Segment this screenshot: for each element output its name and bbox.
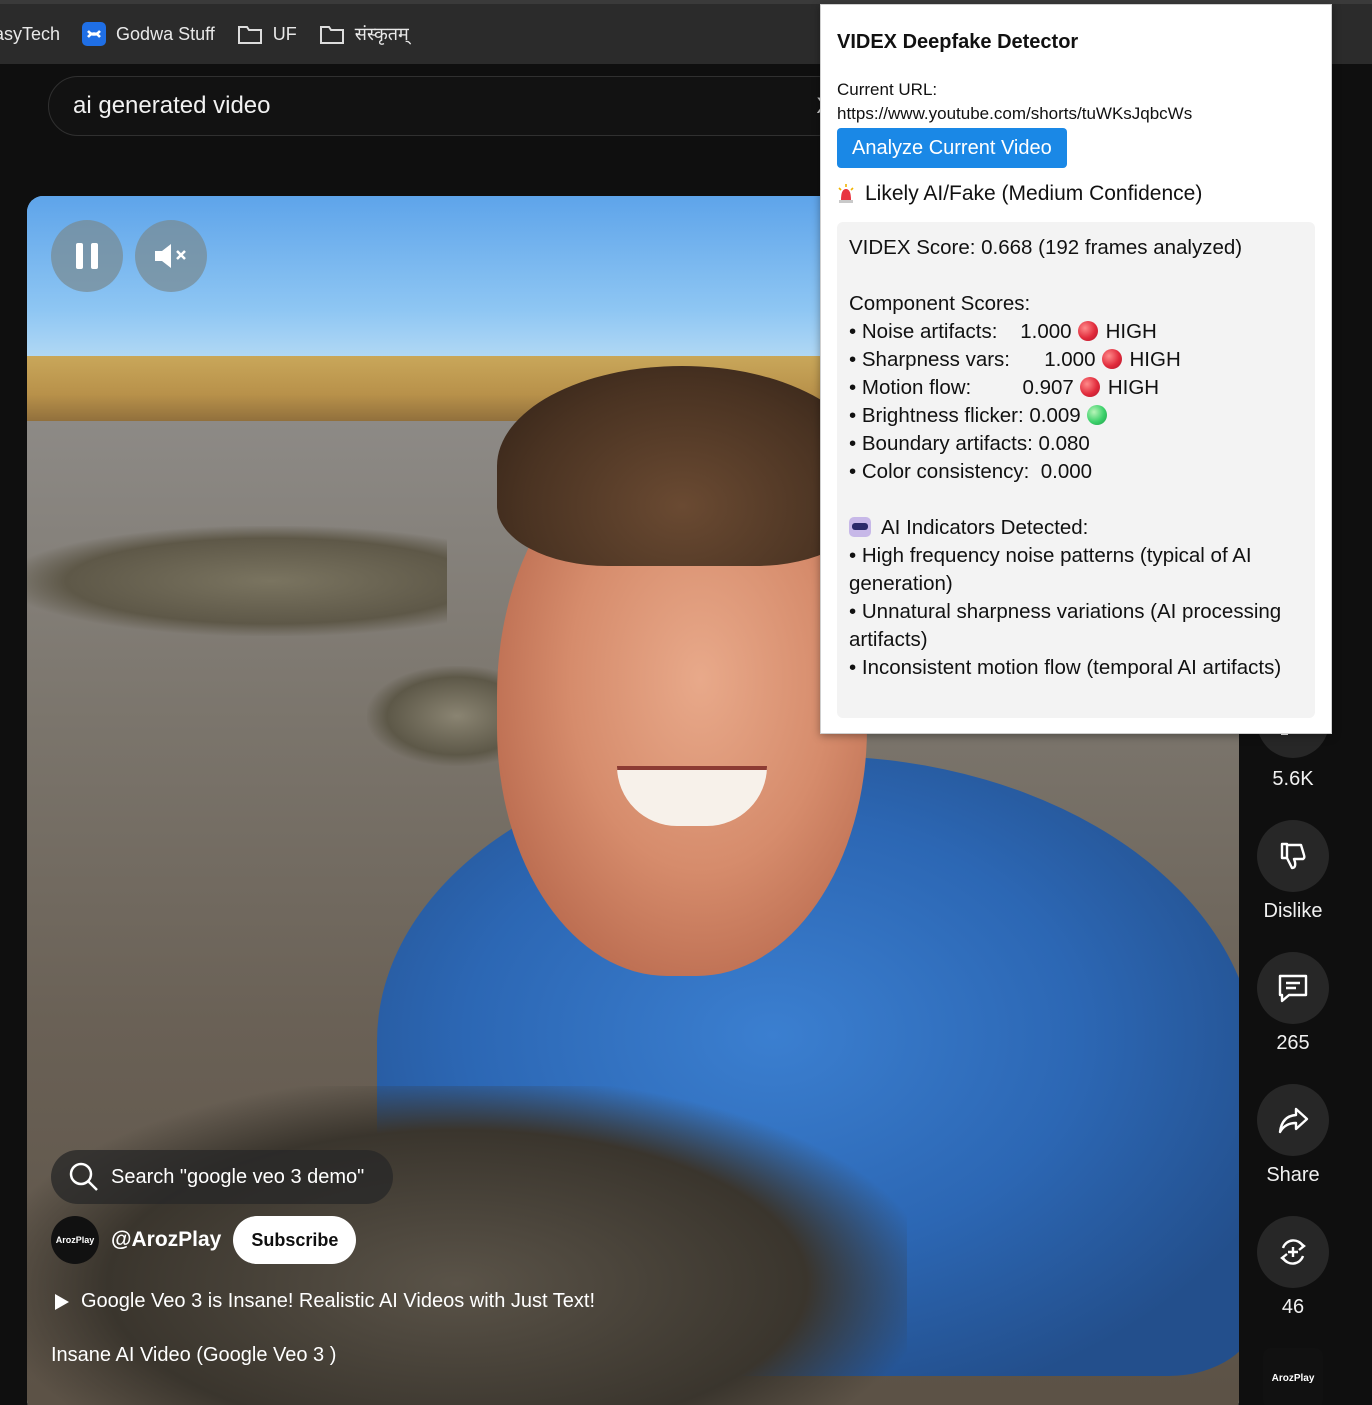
bookmark-godwa-stuff[interactable]: Godwa Stuff	[82, 22, 215, 46]
linked-video[interactable]: Google Veo 3 is Insane! Realistic AI Vid…	[53, 1290, 595, 1313]
comments-count: 265	[1276, 1032, 1310, 1054]
youtube-search-bar[interactable]: ai generated video X	[48, 76, 848, 136]
component-value: 0.000	[1040, 460, 1093, 483]
remix-count: 46	[1281, 1296, 1305, 1318]
verdict-text: Likely AI/Fake (Medium Confidence)	[865, 182, 1203, 205]
shorts-search-suggestion[interactable]: Search "google veo 3 demo"	[51, 1150, 393, 1204]
bookmark-folder-sanskrit[interactable]: संस्कृतम्	[319, 22, 409, 46]
muted-speaker-icon	[155, 244, 186, 268]
channel-name[interactable]: @ArozPlay	[111, 1228, 221, 1252]
component-value: 1.000	[1020, 320, 1072, 343]
component-value: 0.907	[1022, 376, 1074, 399]
videx-extension-popup: VIDEX Deepfake Detector Current URL: htt…	[820, 4, 1332, 734]
component-scores-header: Component Scores:	[849, 292, 1031, 315]
dislike-label: Dislike	[1263, 900, 1323, 922]
component-name: • Noise artifacts:	[849, 320, 998, 343]
green-circle-icon	[1086, 405, 1107, 425]
component-level: HIGH	[1105, 320, 1157, 343]
component-name: • Color consistency:	[849, 460, 1030, 483]
subscribe-button[interactable]: Subscribe	[233, 1216, 357, 1264]
bookmark-label: संस्कृतम्	[354, 24, 409, 44]
dislike-button[interactable]	[1257, 820, 1329, 892]
red-circle-icon	[1079, 377, 1100, 397]
like-count: 5.6K	[1272, 768, 1314, 790]
bookmark-folder-uf[interactable]: UF	[237, 23, 297, 45]
component-level: HIGH	[1129, 348, 1181, 371]
indicator-item: • Inconsistent motion flow (temporal AI …	[849, 656, 1282, 679]
component-name: • Brightness flicker:	[849, 404, 1024, 427]
component-value: 1.000	[1044, 348, 1096, 371]
bookmark-label: Godwa Stuff	[116, 23, 215, 44]
siren-icon	[838, 184, 854, 203]
linked-video-title: Google Veo 3 is Insane! Realistic AI Vid…	[81, 1290, 595, 1312]
current-url-value: https://www.youtube.com/shorts/tuWKsJqbc…	[837, 104, 1193, 123]
bookmark-easytech[interactable]: asyTech	[0, 24, 60, 45]
search-icon	[69, 1162, 98, 1191]
bookmark-label: UF	[272, 23, 297, 44]
indicator-item: • High frequency noise patterns (typical…	[849, 544, 1252, 595]
current-url-label: Current URL:	[837, 80, 938, 99]
component-row: • Sharpness vars: 1.000 HIGH	[849, 346, 1303, 374]
component-level: HIGH	[1107, 376, 1160, 399]
robot-icon	[849, 517, 871, 537]
play-icon	[55, 1293, 69, 1310]
component-name: • Boundary artifacts:	[849, 432, 1033, 455]
comments-button[interactable]	[1257, 952, 1329, 1024]
video-frame-hair	[497, 366, 867, 566]
remix-button[interactable]	[1257, 1216, 1329, 1288]
component-name: • Motion flow:	[849, 376, 972, 399]
component-row: • Noise artifacts: 1.000 HIGH	[849, 318, 1303, 346]
share-icon	[1278, 1107, 1309, 1134]
folder-icon	[237, 26, 262, 44]
ai-indicators-header-row: AI Indicators Detected:	[849, 514, 1303, 542]
thumbs-down-icon	[1280, 842, 1306, 870]
component-value: 0.080	[1038, 432, 1090, 455]
video-title: Insane AI Video (Google Veo 3 )	[51, 1344, 337, 1366]
red-circle-icon	[1101, 349, 1122, 369]
sound-avatar[interactable]: ArozPlay	[1263, 1348, 1323, 1405]
indicator-item: • Unnatural sharpness variations (AI pro…	[849, 600, 1282, 651]
folder-icon	[319, 26, 344, 44]
video-frame-crocodile	[27, 526, 447, 636]
popup-title: VIDEX Deepfake Detector	[837, 31, 1079, 53]
share-label: Share	[1266, 1164, 1320, 1186]
search-input[interactable]: ai generated video	[73, 92, 270, 120]
shorts-search-text: Search "google veo 3 demo"	[111, 1165, 365, 1188]
share-button[interactable]	[1257, 1084, 1329, 1156]
ai-indicators-header: AI Indicators Detected:	[881, 516, 1089, 539]
videx-score: VIDEX Score: 0.668 (192 frames analyzed)	[849, 236, 1243, 259]
component-row: • Motion flow: 0.907 HIGH	[849, 374, 1303, 402]
analysis-results: VIDEX Score: 0.668 (192 frames analyzed)…	[837, 222, 1315, 718]
bookmark-label: asyTech	[0, 23, 61, 44]
channel-row: ArozPlay @ArozPlay Subscribe	[51, 1216, 357, 1264]
remix-icon	[1280, 1239, 1306, 1265]
red-circle-icon	[1077, 321, 1098, 341]
component-row: • Color consistency: 0.000	[849, 458, 1303, 486]
component-row: • Brightness flicker: 0.009	[849, 402, 1303, 430]
component-name: • Sharpness vars:	[849, 348, 1010, 371]
component-row: • Boundary artifacts: 0.080	[849, 430, 1303, 458]
pause-button[interactable]	[51, 220, 123, 292]
comment-icon	[1278, 974, 1308, 1003]
mute-button[interactable]	[135, 220, 207, 292]
confluence-icon	[82, 22, 107, 46]
component-value: 0.009	[1029, 404, 1081, 427]
verdict-row: Likely AI/Fake (Medium Confidence)	[837, 182, 1315, 206]
analyze-button[interactable]: Analyze Current Video	[837, 128, 1067, 168]
pause-icon	[76, 243, 98, 269]
channel-avatar[interactable]: ArozPlay	[51, 1216, 99, 1264]
